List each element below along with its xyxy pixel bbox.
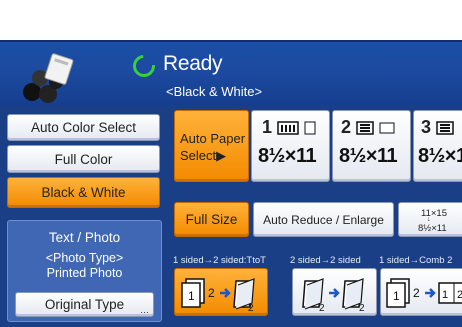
svg-text:1: 1 bbox=[442, 289, 448, 301]
tray-3-size: 8½×1 bbox=[418, 145, 462, 167]
duplex-label-1: 1 sided→2 sided:TtoT bbox=[173, 255, 266, 266]
tray-1-header: 1 bbox=[262, 117, 316, 138]
paper-orientation-icon bbox=[304, 121, 316, 135]
auto-paper-label-line2: Select▶ bbox=[180, 148, 227, 163]
svg-text:2: 2 bbox=[457, 289, 462, 301]
preset-ratio-button[interactable]: 11×15 ↓ 8½×11 bbox=[398, 202, 462, 237]
svg-text:2: 2 bbox=[208, 286, 215, 300]
status-header: Ready <Black & White> bbox=[0, 40, 462, 108]
ratio-from: 11×15 bbox=[421, 208, 447, 219]
paper-tray-1-button[interactable]: 1 8½×11 bbox=[251, 110, 330, 182]
duplex-2to2-button[interactable]: 2 2 bbox=[292, 268, 377, 316]
color-mode-status: <Black & White> bbox=[166, 84, 263, 99]
full-size-button[interactable]: Full Size bbox=[174, 202, 249, 237]
photo-type-value: Printed Photo bbox=[46, 266, 123, 280]
svg-text:1: 1 bbox=[393, 289, 400, 303]
tray-2-number: 2 bbox=[341, 117, 352, 137]
tray-2-size: 8½×11 bbox=[339, 145, 398, 167]
auto-color-select-label: Auto Color Select bbox=[30, 120, 137, 135]
one-to-two-sided-icon: 1 2 2 bbox=[181, 278, 255, 313]
paper-tray-3-button[interactable]: 3 8½×1 bbox=[413, 110, 462, 182]
auto-reduce-enlarge-button[interactable]: Auto Reduce / Enlarge bbox=[253, 202, 394, 237]
svg-text:1: 1 bbox=[188, 289, 195, 303]
ratio-arrow-icon: ↓ bbox=[427, 216, 431, 223]
svg-text:2: 2 bbox=[413, 286, 420, 300]
paper-stack-icon bbox=[277, 121, 299, 135]
ready-status-icon bbox=[128, 50, 160, 82]
svg-text:2: 2 bbox=[248, 303, 254, 313]
duplex-label-3: 1 sided→Comb 2 bbox=[379, 255, 453, 266]
black-white-label: Black & White bbox=[41, 185, 126, 200]
original-type-current: Text / Photo bbox=[48, 230, 121, 245]
auto-paper-label-line1: Auto Paper bbox=[180, 131, 246, 146]
original-type-button[interactable]: Original Type … bbox=[15, 292, 154, 317]
more-indicator-icon: … bbox=[140, 305, 149, 315]
tray-2-header: 2 bbox=[341, 117, 395, 138]
copier-logo-icon bbox=[23, 53, 74, 103]
ready-status-text: Ready bbox=[163, 52, 223, 75]
full-color-button[interactable]: Full Color bbox=[7, 145, 160, 173]
tray-3-number: 3 bbox=[421, 117, 432, 137]
original-type-label: Original Type bbox=[44, 297, 125, 312]
two-to-two-sided-icon: 2 2 bbox=[302, 278, 365, 313]
auto-color-select-button[interactable]: Auto Color Select bbox=[7, 114, 160, 141]
tray-3-header: 3 bbox=[421, 117, 454, 138]
duplex-label-2: 2 sided→2 sided bbox=[290, 255, 361, 266]
full-size-label: Full Size bbox=[185, 212, 238, 227]
black-white-button[interactable]: Black & White bbox=[7, 177, 160, 208]
auto-paper-select-button[interactable]: Auto Paper Select▶ bbox=[174, 110, 249, 182]
auto-reduce-enlarge-label: Auto Reduce / Enlarge bbox=[263, 213, 384, 227]
paper-stack-icon bbox=[436, 121, 454, 135]
duplex-1to-comb2-button[interactable]: 1 2 1 2 bbox=[380, 268, 462, 316]
duplex-1to2-tt-button[interactable]: 1 2 2 bbox=[174, 268, 268, 316]
tray-1-number: 1 bbox=[262, 117, 273, 137]
paper-tray-2-button[interactable]: 2 8½×11 bbox=[332, 110, 411, 182]
photo-type-caption: <Photo Type> bbox=[45, 251, 124, 265]
tray-1-size: 8½×11 bbox=[258, 145, 317, 167]
paper-orientation-icon bbox=[379, 122, 395, 134]
full-color-label: Full Color bbox=[54, 152, 113, 167]
original-type-group: Text / Photo <Photo Type> Printed Photo … bbox=[7, 220, 162, 322]
svg-text:2: 2 bbox=[359, 303, 365, 313]
copier-screen: Ready <Black & White> Auto Color Select … bbox=[0, 0, 462, 327]
ratio-to: 8½×11 bbox=[418, 223, 447, 234]
one-to-combine-icon: 1 2 1 2 bbox=[386, 278, 462, 308]
paper-stack-icon bbox=[356, 121, 374, 135]
svg-text:2: 2 bbox=[319, 303, 325, 313]
